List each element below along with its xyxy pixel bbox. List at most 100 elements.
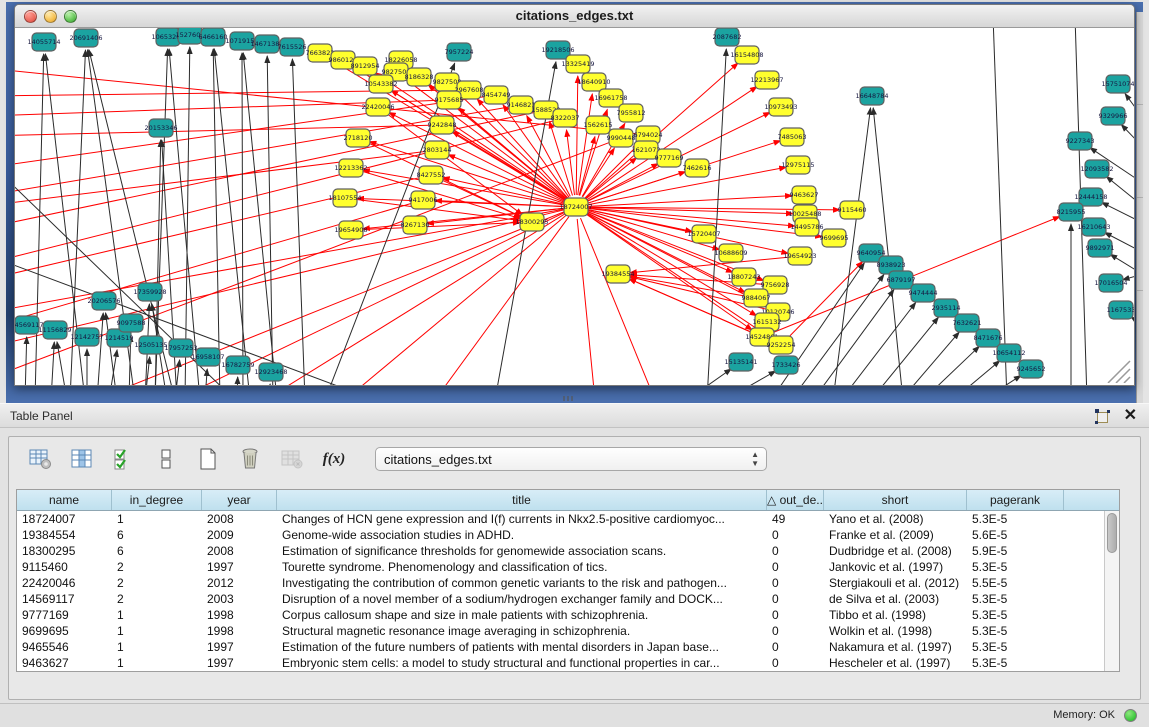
- graph-node[interactable]: 11156829: [38, 321, 71, 339]
- graph-edge[interactable]: [15, 97, 484, 168]
- graph-node[interactable]: 20153346: [144, 119, 177, 137]
- graph-edge[interactable]: [901, 332, 959, 385]
- column-header-indegree[interactable]: in_degree: [112, 490, 202, 510]
- graph-edge[interactable]: [588, 196, 792, 207]
- graph-node[interactable]: 9252254: [767, 336, 796, 354]
- graph-node[interactable]: 17016504: [1094, 274, 1127, 292]
- graph-edge[interactable]: [587, 141, 780, 204]
- table-cell[interactable]: Structural magnetic resonance image aver…: [277, 623, 767, 639]
- table-cell[interactable]: 6: [112, 543, 202, 559]
- graph-node[interactable]: 18300295: [515, 213, 548, 231]
- table-cell[interactable]: 2: [112, 559, 202, 575]
- table-row[interactable]: 911546021997Tourette syndrome. Phenomeno…: [17, 559, 1119, 575]
- graph-node[interactable]: 9884067: [742, 289, 771, 307]
- table-cell[interactable]: 1997: [202, 655, 277, 671]
- graph-node[interactable]: 9699695: [820, 229, 849, 247]
- table-cell[interactable]: 0: [767, 623, 824, 639]
- graph-edge[interactable]: [267, 56, 273, 385]
- graph-edge[interactable]: [813, 290, 894, 385]
- resize-grip[interactable]: [1102, 357, 1132, 383]
- network-canvas[interactable]: 1872400718300295193845541405571420691406…: [15, 28, 1134, 385]
- graph-node[interactable]: 19654923: [783, 247, 816, 265]
- delete-table-icon[interactable]: [235, 444, 265, 474]
- graph-node[interactable]: 9242848: [428, 116, 457, 134]
- graph-node[interactable]: 9463627: [790, 186, 819, 204]
- graph-edge[interactable]: [25, 337, 27, 385]
- graph-node[interactable]: 22420046: [361, 98, 394, 116]
- graph-node[interactable]: 2803144: [423, 141, 452, 159]
- graph-node[interactable]: 9227343: [1066, 132, 1095, 150]
- graph-edge[interactable]: [345, 215, 567, 385]
- split-pane-handle[interactable]: [563, 396, 573, 401]
- table-cell[interactable]: 18724007: [17, 511, 112, 527]
- graph-node[interactable]: 10688609: [714, 244, 747, 262]
- graph-edge[interactable]: [581, 218, 656, 385]
- graph-node[interactable]: 6466160: [199, 28, 228, 46]
- graph-node[interactable]: 7632621: [953, 314, 982, 332]
- select-all-columns-icon[interactable]: [109, 444, 139, 474]
- float-panel-icon[interactable]: [1095, 409, 1110, 424]
- graph-edge[interactable]: [269, 384, 270, 385]
- graph-node[interactable]: 8427552: [417, 166, 446, 184]
- graph-edge[interactable]: [577, 219, 595, 385]
- graph-node[interactable]: 9175685: [435, 91, 464, 109]
- table-cell[interactable]: Yano et al. (2008): [824, 511, 967, 527]
- graph-node[interactable]: 20206576: [87, 292, 120, 310]
- table-cell[interactable]: Dudbridge et al. (2008): [824, 543, 967, 559]
- graph-edge[interactable]: [97, 313, 103, 385]
- column-header-title[interactable]: title: [277, 490, 767, 510]
- table-cell[interactable]: 1: [112, 639, 202, 655]
- graph-node[interactable]: 12213362: [334, 159, 367, 177]
- table-cell[interactable]: Franke et al. (2009): [824, 527, 967, 543]
- graph-node[interactable]: 15751074: [1101, 75, 1134, 93]
- graph-node[interactable]: 19654908: [334, 221, 367, 239]
- graph-node[interactable]: 14055714: [27, 33, 60, 51]
- graph-edge[interactable]: [789, 262, 862, 337]
- graph-edge[interactable]: [1131, 317, 1134, 340]
- graph-node[interactable]: 7615526: [278, 38, 307, 56]
- table-cell[interactable]: 9777169: [17, 607, 112, 623]
- table-cell[interactable]: 1: [112, 623, 202, 639]
- graph-node[interactable]: 16210643: [1077, 218, 1110, 236]
- table-cell[interactable]: 22420046: [17, 575, 112, 591]
- table-cell[interactable]: Disruption of a novel member of a sodium…: [277, 591, 767, 607]
- graph-node[interactable]: 12093582: [1080, 160, 1113, 178]
- table-cell[interactable]: 5.3E-5: [967, 639, 1064, 655]
- table-cell[interactable]: 2009: [202, 527, 277, 543]
- table-cell[interactable]: Embryonic stem cells: a model to study s…: [277, 655, 767, 671]
- graph-node[interactable]: 18807243: [727, 268, 760, 286]
- graph-edge[interactable]: [265, 213, 566, 385]
- graph-node[interactable]: 12975115: [781, 156, 814, 174]
- graph-node[interactable]: 9990448: [607, 129, 636, 147]
- graph-edge[interactable]: [214, 49, 250, 385]
- table-cell[interactable]: 1: [112, 655, 202, 671]
- table-row[interactable]: 969969511998Structural magnetic resonanc…: [17, 623, 1119, 639]
- graph-edge[interactable]: [292, 59, 305, 385]
- graph-node[interactable]: 12142757: [70, 328, 103, 346]
- table-cell[interactable]: 1998: [202, 607, 277, 623]
- graph-node[interactable]: 18107554: [328, 189, 361, 207]
- graph-edge[interactable]: [1125, 94, 1134, 148]
- close-panel-icon[interactable]: ✕: [1124, 408, 1137, 424]
- graph-node[interactable]: 19384554: [601, 265, 634, 283]
- table-cell[interactable]: Wolkin et al. (1998): [824, 623, 967, 639]
- graph-node[interactable]: 2087682: [713, 28, 742, 46]
- graph-edge[interactable]: [185, 47, 190, 385]
- graph-node[interactable]: 12923468: [254, 363, 287, 381]
- graph-node[interactable]: 9892971: [1086, 239, 1115, 257]
- table-cell[interactable]: 1: [112, 607, 202, 623]
- table-cell[interactable]: Tibbo et al. (1998): [824, 607, 967, 623]
- table-row[interactable]: 946554611997Estimation of the future num…: [17, 639, 1119, 655]
- graph-node[interactable]: 9115460: [838, 201, 867, 219]
- graph-node[interactable]: 16154808: [730, 46, 763, 64]
- table-row[interactable]: 1938455462009Genome-wide association stu…: [17, 527, 1119, 543]
- table-cell[interactable]: 0: [767, 639, 824, 655]
- scrollbar-thumb[interactable]: [1107, 513, 1117, 553]
- column-header-outde[interactable]: △ out_de...: [767, 490, 824, 510]
- graph-node[interactable]: 9474444: [909, 284, 938, 302]
- graph-node[interactable]: 8912954: [351, 57, 380, 75]
- column-header-pagerank[interactable]: pagerank: [967, 490, 1064, 510]
- minimize-window-icon[interactable]: [44, 10, 57, 23]
- graph-edge[interactable]: [687, 369, 731, 385]
- graph-node[interactable]: 10543382: [364, 75, 397, 93]
